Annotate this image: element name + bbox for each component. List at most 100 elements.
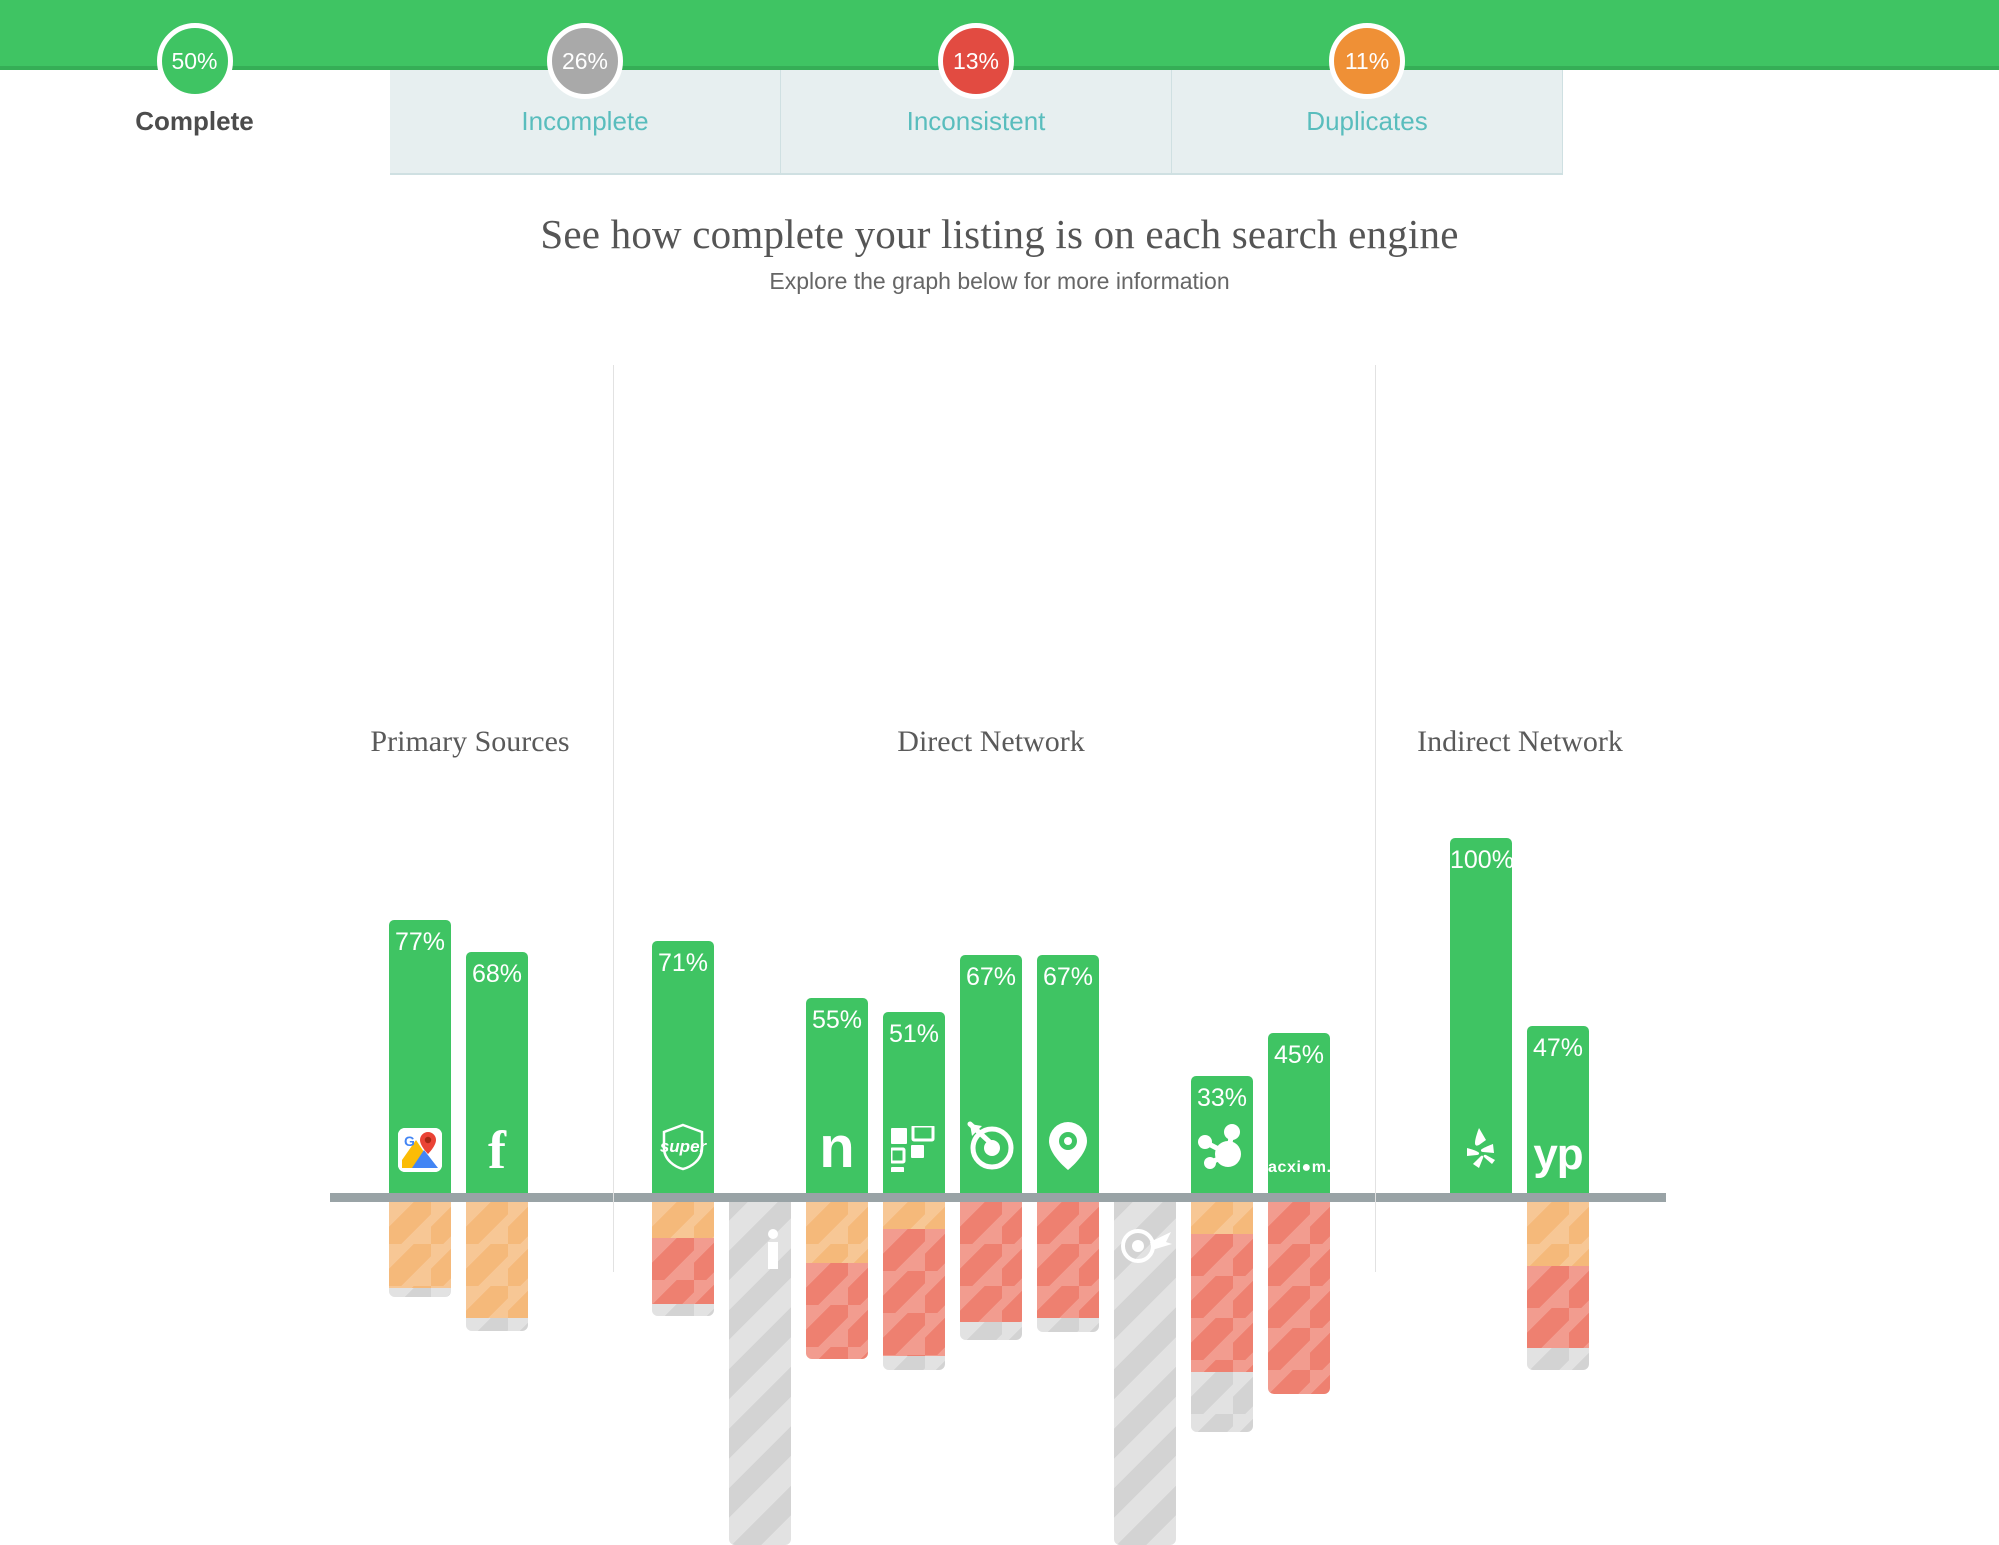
bar-segment-duplicates-factual xyxy=(1191,1202,1253,1234)
bar-segment-incomplete-google-maps xyxy=(389,1288,451,1297)
bar-segment-duplicates-foursquare xyxy=(883,1202,945,1229)
bar-segment-incomplete-targeting-1 xyxy=(960,1322,1022,1340)
bar-issues-superpages[interactable] xyxy=(652,1202,714,1316)
bar-issues-foursquare[interactable] xyxy=(883,1202,945,1370)
bar-column-facebook[interactable]: 68% f xyxy=(466,355,528,1331)
bar-logo-targeting-1 xyxy=(960,1120,1022,1177)
target-key-icon xyxy=(1116,1229,1174,1272)
bar-issues-neustar[interactable] xyxy=(806,1202,868,1359)
bar-logo-targeting-2 xyxy=(1114,1220,1176,1273)
yellowpages-icon: yp xyxy=(1533,1130,1583,1179)
completeness-bar-chart: Primary Sources Direct Network Indirect … xyxy=(0,355,1999,1545)
bar-column-placepin[interactable]: 67% xyxy=(1037,355,1099,1332)
bar-segment-duplicates-yellowpages xyxy=(1527,1202,1589,1266)
bar-segment-inconsistent-superpages xyxy=(652,1238,714,1304)
bar-value-label-foursquare: 51% xyxy=(888,1020,940,1048)
bar-segment-incomplete-foursquare xyxy=(883,1356,945,1370)
bar-segment-inconsistent-yellowpages xyxy=(1527,1266,1589,1348)
bar-issues-google-maps[interactable] xyxy=(389,1202,451,1297)
tab-list: 50% Complete 26% Incomplete 13% Inconsistent 1… xyxy=(0,23,1999,175)
bar-logo-placepin xyxy=(1037,1120,1099,1177)
bar-segment-incomplete-superpages xyxy=(652,1304,714,1316)
tab-label-inconsistent: Inconsistent xyxy=(906,106,1046,136)
bar-complete-targeting-1[interactable]: 67% xyxy=(960,955,1022,1193)
bar-logo-neustar: n xyxy=(806,1119,868,1177)
bar-complete-neustar[interactable]: 55% n xyxy=(806,998,868,1193)
yelp-icon xyxy=(1459,1128,1503,1176)
bar-logo-infogroup xyxy=(729,1220,791,1283)
bar-complete-yelp[interactable]: 100% xyxy=(1450,838,1512,1193)
bar-value-label-yellowpages: 47% xyxy=(1532,1034,1584,1062)
factual-icon xyxy=(1194,1124,1250,1176)
bar-logo-facebook: f xyxy=(466,1123,528,1177)
bar-issues-acxiom[interactable] xyxy=(1268,1202,1330,1394)
bar-complete-superpages[interactable]: 71% super xyxy=(652,941,714,1193)
tab-incomplete[interactable]: 26% Incomplete xyxy=(390,23,781,175)
svg-text:super: super xyxy=(660,1137,708,1156)
target-icon xyxy=(964,1121,1018,1176)
bar-issues-targeting-1[interactable] xyxy=(960,1202,1022,1340)
bar-value-label-google-maps: 77% xyxy=(394,928,446,956)
foursquare-icon xyxy=(889,1124,937,1180)
bar-segment-inconsistent-targeting-1 xyxy=(960,1202,1022,1322)
google-maps-icon: G xyxy=(398,1128,442,1176)
infogroup-icon xyxy=(729,1228,791,1282)
bar-complete-foursquare[interactable]: 51% xyxy=(883,1012,945,1193)
bar-column-infogroup[interactable] xyxy=(729,355,791,1545)
bar-logo-factual xyxy=(1191,1120,1253,1177)
tab-badge-duplicates: 11% xyxy=(1329,23,1405,99)
tab-duplicates[interactable]: 11% Duplicates xyxy=(1172,23,1563,175)
bar-column-yelp[interactable]: 100% xyxy=(1450,355,1512,1272)
bar-complete-facebook[interactable]: 68% f xyxy=(466,952,528,1193)
bar-complete-yellowpages[interactable]: 47% yp xyxy=(1527,1026,1589,1193)
tab-complete[interactable]: 50% Complete xyxy=(0,23,390,175)
tab-label-complete: Complete xyxy=(135,106,254,136)
bar-issues-facebook[interactable] xyxy=(466,1202,528,1331)
bar-segment-inconsistent-foursquare xyxy=(883,1229,945,1356)
bar-issues-placepin[interactable] xyxy=(1037,1202,1099,1332)
bar-column-foursquare[interactable]: 51% xyxy=(883,355,945,1370)
svg-text:G: G xyxy=(404,1133,415,1149)
map-pin-icon xyxy=(1044,1122,1092,1176)
tab-badge-complete: 50% xyxy=(156,23,233,99)
page-title: See how complete your listing is on each… xyxy=(540,211,1459,257)
bar-segment-incomplete-placepin xyxy=(1037,1318,1099,1332)
bar-segment-inconsistent-factual xyxy=(1191,1234,1253,1372)
bar-column-yellowpages[interactable]: 47% yp xyxy=(1527,355,1589,1370)
acxiom-icon: acxi●m. xyxy=(1268,1159,1330,1176)
bar-incomplete-targeting-2[interactable] xyxy=(1114,1202,1176,1545)
page-subtitle: Explore the graph below for more informa… xyxy=(769,268,1230,294)
bar-complete-placepin[interactable]: 67% xyxy=(1037,955,1099,1193)
bar-issues-factual[interactable] xyxy=(1191,1202,1253,1432)
bar-complete-acxiom[interactable]: 45% acxi●m. xyxy=(1268,1033,1330,1193)
bar-logo-acxiom: acxi●m. xyxy=(1268,1159,1330,1177)
bar-column-superpages[interactable]: 71% super xyxy=(652,355,714,1316)
bar-column-targeting-1[interactable]: 67% xyxy=(960,355,1022,1340)
bar-complete-google-maps[interactable]: 77% G xyxy=(389,920,451,1193)
bar-column-google-maps[interactable]: 77% G xyxy=(389,355,451,1297)
bar-column-factual[interactable]: 33% xyxy=(1191,355,1253,1432)
chart-baseline-indirect xyxy=(1376,1193,1666,1202)
bar-complete-factual[interactable]: 33% xyxy=(1191,1076,1253,1193)
bar-issues-yellowpages[interactable] xyxy=(1527,1202,1589,1370)
bar-value-label-yelp: 100% xyxy=(1450,846,1512,874)
tab-inconsistent[interactable]: 13% Inconsistent xyxy=(781,23,1172,175)
bar-segment-inconsistent-acxiom xyxy=(1268,1202,1330,1394)
bar-column-neustar[interactable]: 55% n xyxy=(806,355,868,1359)
bar-value-label-placepin: 67% xyxy=(1042,963,1094,991)
bar-segment-inconsistent-placepin xyxy=(1037,1202,1099,1318)
bar-value-label-superpages: 71% xyxy=(657,949,709,977)
bar-value-label-facebook: 68% xyxy=(471,960,523,988)
bar-logo-superpages: super xyxy=(652,1122,714,1177)
bar-column-acxiom[interactable]: 45% acxi●m. xyxy=(1268,355,1330,1394)
bar-value-label-factual: 33% xyxy=(1196,1084,1248,1112)
tab-label-incomplete: Incomplete xyxy=(521,106,649,136)
section-divider-2 xyxy=(1375,365,1376,1272)
bar-incomplete-infogroup[interactable] xyxy=(729,1202,791,1545)
bar-column-targeting-2[interactable] xyxy=(1114,355,1176,1545)
superpages-icon: super xyxy=(657,1123,709,1176)
bar-segment-duplicates-google-maps xyxy=(389,1202,451,1288)
bar-segment-inconsistent-neustar xyxy=(806,1263,868,1359)
neustar-icon: n xyxy=(819,1115,855,1180)
heading-block: See how complete your listing is on each… xyxy=(0,210,1999,295)
